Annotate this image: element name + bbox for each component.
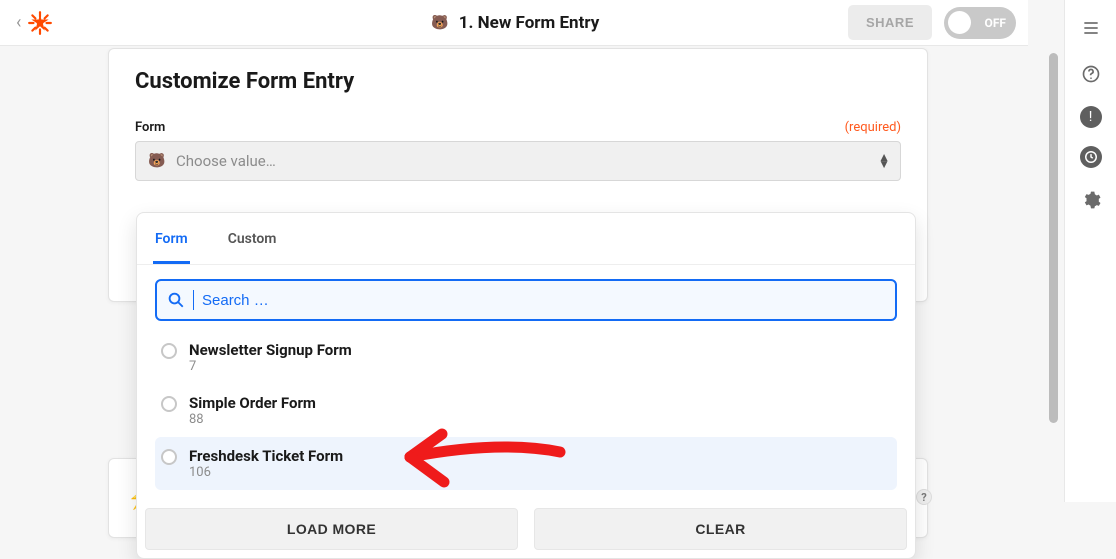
load-more-button[interactable]: LOAD MORE [145, 508, 518, 550]
step-title: 🐻 1. New Form Entry [429, 12, 600, 34]
toggle-label: OFF [985, 16, 1006, 30]
clear-button[interactable]: CLEAR [534, 508, 907, 550]
option-title: Freshdesk Ticket Form [189, 447, 343, 465]
option-title: Simple Order Form [189, 394, 316, 412]
field-header: Form (required) [135, 120, 901, 135]
radio-icon [161, 449, 177, 465]
right-rail: ! [1064, 0, 1116, 502]
share-button[interactable]: SHARE [848, 5, 932, 40]
alert-icon[interactable]: ! [1080, 106, 1102, 128]
scrollbar[interactable] [1046, 47, 1060, 501]
option-id: 106 [189, 465, 343, 480]
options-list: Newsletter Signup Form 7 Simple Order Fo… [155, 331, 897, 490]
dropdown-tabs: Form Custom [137, 219, 915, 265]
outline-icon[interactable] [1077, 14, 1105, 42]
search-icon [167, 291, 185, 309]
back-chevron-icon[interactable]: ‹ [12, 12, 25, 33]
dropdown-actions: LOAD MORE CLEAR [137, 500, 915, 558]
list-item[interactable]: Simple Order Form 88 [155, 384, 897, 437]
history-icon[interactable] [1080, 146, 1102, 168]
zapier-logo-icon [27, 10, 53, 36]
option-id: 7 [189, 359, 352, 374]
field-label: Form [135, 120, 165, 135]
option-id: 88 [189, 412, 316, 427]
field-required-label: (required) [845, 120, 901, 135]
help-dot-icon[interactable]: ? [916, 489, 932, 505]
search-input[interactable] [202, 292, 885, 309]
list-item[interactable]: Newsletter Signup Form 7 [155, 331, 897, 384]
tab-custom[interactable]: Custom [226, 219, 279, 264]
gear-icon[interactable] [1077, 186, 1105, 214]
dropdown-body: Newsletter Signup Form 7 Simple Order Fo… [137, 265, 915, 500]
main-area: Customize Form Entry Form (required) 🐻 C… [0, 46, 1028, 502]
wpforms-icon: 🐻 [146, 150, 168, 172]
search-input-wrap[interactable] [155, 279, 897, 321]
select-sort-icon: ▲▼ [878, 154, 890, 168]
wpforms-icon: 🐻 [429, 12, 451, 34]
list-item[interactable]: Freshdesk Ticket Form 106 [155, 437, 897, 490]
toggle-knob [948, 11, 971, 34]
scrollbar-thumb[interactable] [1049, 53, 1058, 423]
topbar-right: SHARE OFF [848, 5, 1016, 40]
help-icon[interactable] [1077, 60, 1105, 88]
zap-on-off-toggle[interactable]: OFF [944, 7, 1016, 39]
text-caret [193, 290, 194, 310]
radio-icon [161, 396, 177, 412]
option-title: Newsletter Signup Form [189, 341, 352, 359]
card-title: Customize Form Entry [135, 69, 901, 94]
form-select-input[interactable]: 🐻 Choose value… ▲▼ [135, 141, 901, 181]
tab-form[interactable]: Form [153, 219, 190, 264]
topbar: ‹ 🐻 1. New Form Entry SHARE OFF [0, 0, 1028, 46]
step-title-text: 1. New Form Entry [459, 13, 600, 33]
form-select-placeholder: Choose value… [176, 152, 276, 170]
form-dropdown: Form Custom Newsletter Signup Form 7 [136, 212, 916, 559]
radio-icon [161, 343, 177, 359]
